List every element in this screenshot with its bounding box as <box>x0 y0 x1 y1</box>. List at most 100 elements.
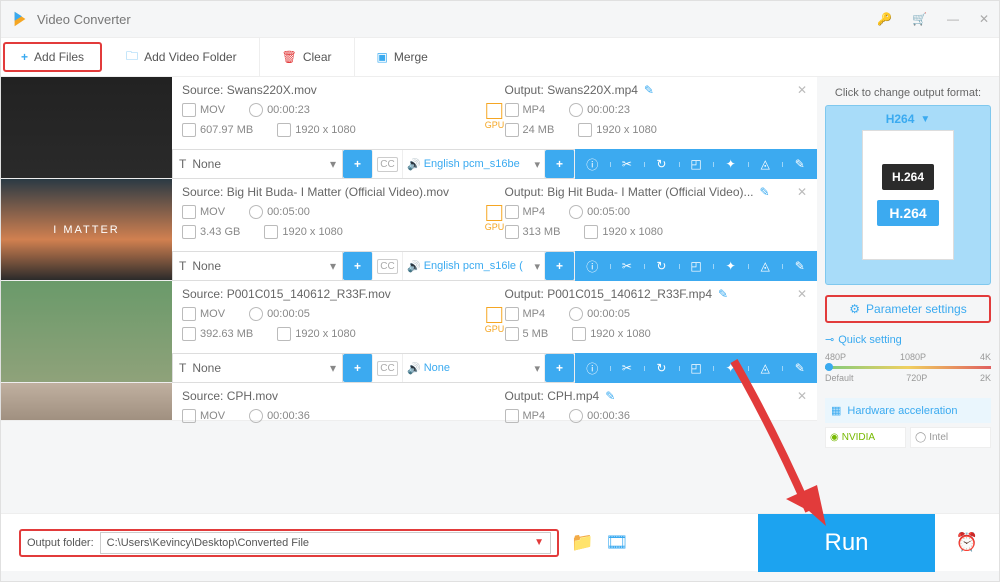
source-label: Source: CPH.mov <box>182 389 485 403</box>
resolution-icon <box>264 225 278 239</box>
film-icon[interactable]: 🎞 <box>605 532 628 553</box>
add-audio-button[interactable]: + <box>545 150 575 178</box>
gpu-badge: GPU <box>485 103 505 130</box>
output-label: Output: CPH.mp4✎ <box>505 389 808 403</box>
format-hint: Click to change output format: <box>825 87 991 99</box>
hw-label: Hardware acceleration <box>847 405 957 417</box>
quick-label: Quick setting <box>838 334 902 346</box>
folder-size-icon <box>182 225 196 239</box>
subtitle-dropdown[interactable]: TNone▾ <box>173 361 342 375</box>
output-folder-label: Output folder: <box>27 537 94 549</box>
effect-tool[interactable]: ✦ <box>713 156 748 173</box>
clear-button[interactable]: 🗑 Clear <box>260 38 355 76</box>
add-subtitle-button[interactable]: + <box>343 354 373 382</box>
cc-button[interactable]: CC <box>373 150 403 178</box>
remove-item-button[interactable]: ✕ <box>797 287 807 301</box>
folder-size-icon <box>182 123 196 137</box>
cart-icon[interactable]: 🛒 <box>912 12 927 26</box>
audio-dropdown[interactable]: 🔊English pcm_s16le (▾ <box>403 252 545 280</box>
app-logo <box>11 10 29 28</box>
bottom-bar: Output folder: C:\Users\Kevincy\Desktop\… <box>1 513 999 571</box>
output-format-box[interactable]: H264 ▼ H.264 H.264 <box>825 105 991 285</box>
subtitle-dropdown[interactable]: TNone▾ <box>173 157 342 171</box>
output-folder-input[interactable]: C:\Users\Kevincy\Desktop\Converted File … <box>100 532 551 554</box>
edit-tool[interactable]: ✎ <box>782 258 817 275</box>
output-folder-path: C:\Users\Kevincy\Desktop\Converted File <box>107 537 309 549</box>
settings-icon: ⚙ <box>849 302 860 316</box>
thumbnail[interactable] <box>1 383 172 420</box>
close-button[interactable]: ✕ <box>979 12 989 26</box>
cut-tool[interactable]: ✂ <box>610 156 645 173</box>
source-info: Source: Big Hit Buda- I Matter (Official… <box>172 179 495 251</box>
output-info: Output: Big Hit Buda- I Matter (Official… <box>495 179 818 251</box>
format-icon <box>182 205 196 219</box>
edit-icon[interactable]: ✎ <box>718 287 728 301</box>
cut-tool[interactable]: ✂ <box>610 258 645 275</box>
rotate-tool[interactable]: ↻ <box>644 258 679 275</box>
folder-icon: 🗀 <box>126 47 138 68</box>
watermark-tool[interactable]: ◬ <box>748 258 783 275</box>
crop-tool[interactable]: ◰ <box>679 156 714 173</box>
add-audio-button[interactable]: + <box>545 354 575 382</box>
alarm-icon[interactable]: ⏰ <box>947 514 987 572</box>
main-toolbar: + Add Files 🗀 Add Video Folder 🗑 Clear ▣… <box>1 37 999 77</box>
key-icon[interactable]: 🔑 <box>877 12 892 26</box>
add-files-button[interactable]: + Add Files <box>3 42 102 72</box>
app-title: Video Converter <box>37 12 131 27</box>
remove-item-button[interactable]: ✕ <box>797 83 807 97</box>
audio-dropdown[interactable]: 🔊None▾ <box>403 354 545 382</box>
thumbnail[interactable] <box>1 77 172 178</box>
quality-slider[interactable]: 480P1080P4K Default720P2K <box>825 352 991 392</box>
cut-tool[interactable]: ✂ <box>610 360 645 377</box>
effect-tool[interactable]: ✦ <box>713 258 748 275</box>
codec-blue: H.264 <box>877 200 938 226</box>
info-tool[interactable]: ⓘ <box>575 156 610 173</box>
open-folder-button[interactable]: 📁 <box>571 532 593 553</box>
output-folder-box: Output folder: C:\Users\Kevincy\Desktop\… <box>19 529 559 557</box>
watermark-tool[interactable]: ◬ <box>748 360 783 377</box>
rotate-tool[interactable]: ↻ <box>644 360 679 377</box>
chip-icon: ▦ <box>831 404 841 417</box>
edit-tool[interactable]: ✎ <box>782 360 817 377</box>
plus-icon: + <box>21 50 28 64</box>
thumbnail[interactable]: I MATTER <box>1 179 172 280</box>
info-tool[interactable]: ⓘ <box>575 258 610 275</box>
edit-icon[interactable]: ✎ <box>760 185 770 199</box>
add-folder-button[interactable]: 🗀 Add Video Folder <box>104 38 260 76</box>
thumbnail[interactable] <box>1 281 172 382</box>
output-info: Output: Swans220X.mp4✎ MP400:00:23 24 MB… <box>495 77 818 149</box>
cc-button[interactable]: CC <box>373 252 403 280</box>
output-label: Output: Swans220X.mp4✎ <box>505 83 808 97</box>
audio-dropdown[interactable]: 🔊English pcm_s16be▾ <box>403 150 545 178</box>
remove-item-button[interactable]: ✕ <box>797 389 807 403</box>
edit-icon[interactable]: ✎ <box>605 389 615 403</box>
hardware-accel[interactable]: ▦ Hardware acceleration <box>825 398 991 423</box>
effect-tool[interactable]: ✦ <box>713 360 748 377</box>
run-button[interactable]: Run <box>758 514 935 572</box>
rotate-tool[interactable]: ↻ <box>644 156 679 173</box>
output-label: Output: P001C015_140612_R33F.mp4✎ <box>505 287 808 301</box>
edit-tool[interactable]: ✎ <box>782 156 817 173</box>
minimize-button[interactable]: — <box>947 12 959 26</box>
parameter-settings-button[interactable]: ⚙ Parameter settings <box>825 295 991 323</box>
remove-item-button[interactable]: ✕ <box>797 185 807 199</box>
add-subtitle-button[interactable]: + <box>343 252 373 280</box>
source-info: Source: P001C015_140612_R33F.mov MOV00:0… <box>172 281 495 353</box>
edit-icon[interactable]: ✎ <box>644 83 654 97</box>
cc-button[interactable]: CC <box>373 354 403 382</box>
format-card: H.264 H.264 <box>862 130 954 260</box>
add-audio-button[interactable]: + <box>545 252 575 280</box>
watermark-tool[interactable]: ◬ <box>748 156 783 173</box>
crop-tool[interactable]: ◰ <box>679 258 714 275</box>
add-folder-label: Add Video Folder <box>144 50 237 64</box>
file-item: Source: CPH.mov MOV00:00:36 Output: CPH.… <box>1 383 817 421</box>
merge-button[interactable]: ▣ Merge <box>355 38 450 76</box>
crop-tool[interactable]: ◰ <box>679 360 714 377</box>
info-tool[interactable]: ⓘ <box>575 360 610 377</box>
format-name: H264 <box>886 112 915 126</box>
add-subtitle-button[interactable]: + <box>343 150 373 178</box>
subtitle-dropdown[interactable]: TNone▾ <box>173 259 342 273</box>
format-icon <box>505 409 519 423</box>
chevron-down-icon: ▼ <box>534 537 544 548</box>
clear-label: Clear <box>303 50 332 64</box>
